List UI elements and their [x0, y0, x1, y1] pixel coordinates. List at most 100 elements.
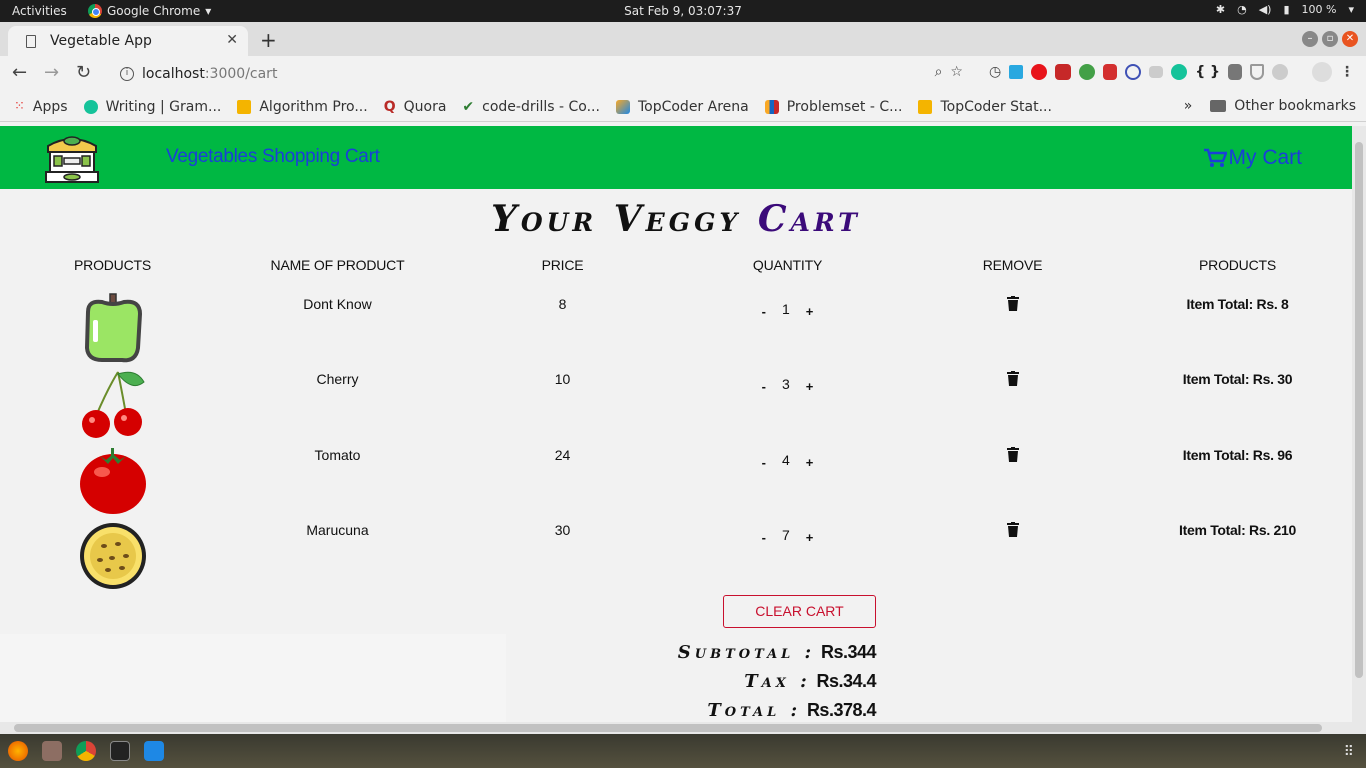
- files-icon[interactable]: [42, 741, 62, 761]
- show-apps-grid-icon[interactable]: ⠿: [1344, 744, 1354, 760]
- book-icon[interactable]: [1103, 64, 1118, 80]
- trash-icon[interactable]: [1006, 371, 1019, 386]
- bluetooth-icon: ✱: [1215, 3, 1226, 16]
- bookmark-item[interactable]: TopCoder Arena: [615, 99, 749, 115]
- app-menu[interactable]: Google Chrome ▾: [88, 4, 211, 18]
- reload-button[interactable]: ↻: [76, 62, 91, 83]
- decrement-button[interactable]: -: [762, 524, 766, 545]
- wifi-icon: ◔: [1237, 3, 1247, 16]
- kebab-menu-icon[interactable]: ⋮: [1340, 64, 1354, 80]
- tab-vegetable-app[interactable]: Vegetable App ✕: [8, 26, 248, 56]
- increment-button[interactable]: +: [806, 298, 814, 319]
- window-icon[interactable]: [1149, 66, 1164, 78]
- chrome-icon: [88, 4, 102, 18]
- bookmark-label: code-drills - Co...: [482, 98, 600, 115]
- product-price: 30: [554, 522, 571, 538]
- highlighter-icon[interactable]: [1009, 65, 1024, 79]
- check-circle-icon: ✔: [462, 98, 475, 115]
- brand-link[interactable]: Vegetables Shopping Cart: [166, 146, 380, 168]
- increment-button[interactable]: +: [806, 373, 814, 394]
- forward-button[interactable]: →: [44, 62, 59, 83]
- total-row: Total : Rs.378.4: [707, 700, 876, 721]
- trash-icon[interactable]: [1006, 296, 1019, 311]
- page-title: Your Veggy Cart: [0, 198, 1352, 240]
- clipboard-icon[interactable]: [1228, 64, 1242, 80]
- trash-icon[interactable]: [1006, 447, 1019, 462]
- circle-icon[interactable]: [1272, 64, 1288, 80]
- quantity-value: 7: [781, 526, 790, 543]
- bookmark-item[interactable]: ✔ code-drills - Co...: [462, 99, 600, 115]
- tomato-image: [80, 448, 146, 514]
- terminal-icon[interactable]: [110, 741, 130, 761]
- shield-icon[interactable]: [1250, 64, 1264, 80]
- trash-icon[interactable]: [1006, 522, 1019, 537]
- increment-button[interactable]: +: [806, 449, 814, 470]
- battery-level: 100 %: [1301, 3, 1337, 16]
- other-bookmarks-folder[interactable]: Other bookmarks: [1210, 98, 1356, 114]
- topcoder-icon: [615, 99, 630, 114]
- bookmark-item[interactable]: Q Quora: [384, 99, 447, 115]
- profile-avatar[interactable]: [1312, 62, 1332, 82]
- close-window-button[interactable]: ✕: [1342, 31, 1358, 47]
- bookmark-item[interactable]: Algorithm Pro...: [237, 99, 368, 115]
- vertical-scrollbar[interactable]: [1352, 126, 1366, 722]
- battery-icon: ▮: [1283, 3, 1290, 16]
- vscode-icon[interactable]: [144, 741, 164, 761]
- bookmark-item[interactable]: TopCoder Stat...: [918, 98, 1052, 115]
- item-total: Item Total: Rs. 30: [1182, 371, 1293, 387]
- quantity-stepper: - 1 +: [675, 298, 900, 320]
- bookmark-label: TopCoder Stat...: [940, 98, 1052, 115]
- subtotal-value: Rs.344: [820, 642, 877, 662]
- decrement-button[interactable]: -: [762, 298, 766, 319]
- product-price: 8: [558, 296, 567, 312]
- subtotal-row: Subtotal : Rs.344: [678, 642, 877, 663]
- other-bookmarks-label: Other bookmarks: [1234, 98, 1356, 114]
- bookmark-label: Problemset - C...: [786, 98, 903, 115]
- decrement-button[interactable]: -: [762, 449, 766, 470]
- codeforces-icon: [764, 99, 779, 114]
- maximize-button[interactable]: ▫: [1322, 31, 1338, 47]
- puzzle-icon[interactable]: [1055, 64, 1072, 80]
- topcoder-stats-icon: [918, 99, 933, 114]
- new-tab-button[interactable]: +: [260, 28, 277, 52]
- product-price: 10: [554, 371, 571, 387]
- volume-icon: ◀): [1258, 3, 1272, 16]
- back-button[interactable]: ←: [12, 62, 27, 83]
- vertical-scroll-thumb[interactable]: [1355, 142, 1363, 678]
- speedometer-icon[interactable]: ◷: [989, 64, 1001, 80]
- bookmark-star-icon[interactable]: ☆: [950, 64, 963, 80]
- bookmarks-more-button[interactable]: »: [1184, 98, 1193, 114]
- quantity-stepper: - 4 +: [675, 449, 900, 471]
- bookmark-item[interactable]: ⁙ Apps: [14, 99, 68, 115]
- activities-button[interactable]: Activities: [12, 4, 67, 18]
- grammarly-icon[interactable]: [1171, 64, 1188, 80]
- globe-icon[interactable]: [1079, 64, 1096, 80]
- horizontal-scroll-thumb[interactable]: [14, 724, 1322, 732]
- clear-cart-button[interactable]: CLEAR CART: [723, 595, 876, 628]
- bookmark-item[interactable]: Writing | Gram...: [83, 99, 221, 115]
- close-tab-icon[interactable]: ✕: [226, 32, 238, 48]
- json-icon[interactable]: { }: [1195, 64, 1220, 80]
- remove-cell: [900, 371, 1125, 389]
- opera-icon[interactable]: [1031, 64, 1048, 80]
- address-bar[interactable]: i localhost:3000/cart: [108, 59, 860, 89]
- bookmark-item[interactable]: Problemset - C...: [764, 98, 903, 115]
- horizontal-scrollbar[interactable]: [0, 722, 1366, 734]
- product-name: Cherry: [316, 371, 359, 387]
- system-tray[interactable]: ✱ ◔ ◀) ▮ 100 % ▾: [1216, 3, 1354, 16]
- summary-background: [0, 634, 506, 722]
- minimize-button[interactable]: –: [1302, 31, 1318, 47]
- quantity-value: 3: [781, 375, 790, 392]
- increment-button[interactable]: +: [806, 524, 814, 545]
- zoom-icon[interactable]: ⌕: [935, 64, 943, 80]
- product-name: Dont Know: [303, 296, 372, 312]
- my-cart-link[interactable]: My Cart: [1203, 146, 1302, 170]
- block-icon[interactable]: [1125, 64, 1142, 80]
- info-icon[interactable]: i: [120, 67, 134, 81]
- column-header-products: PRODUCTS: [74, 257, 151, 273]
- chrome-icon[interactable]: [76, 741, 96, 761]
- quantity-stepper: - 7 +: [675, 524, 900, 546]
- firefox-icon[interactable]: [8, 741, 28, 761]
- shop-stall-logo[interactable]: [44, 132, 100, 184]
- decrement-button[interactable]: -: [762, 373, 766, 394]
